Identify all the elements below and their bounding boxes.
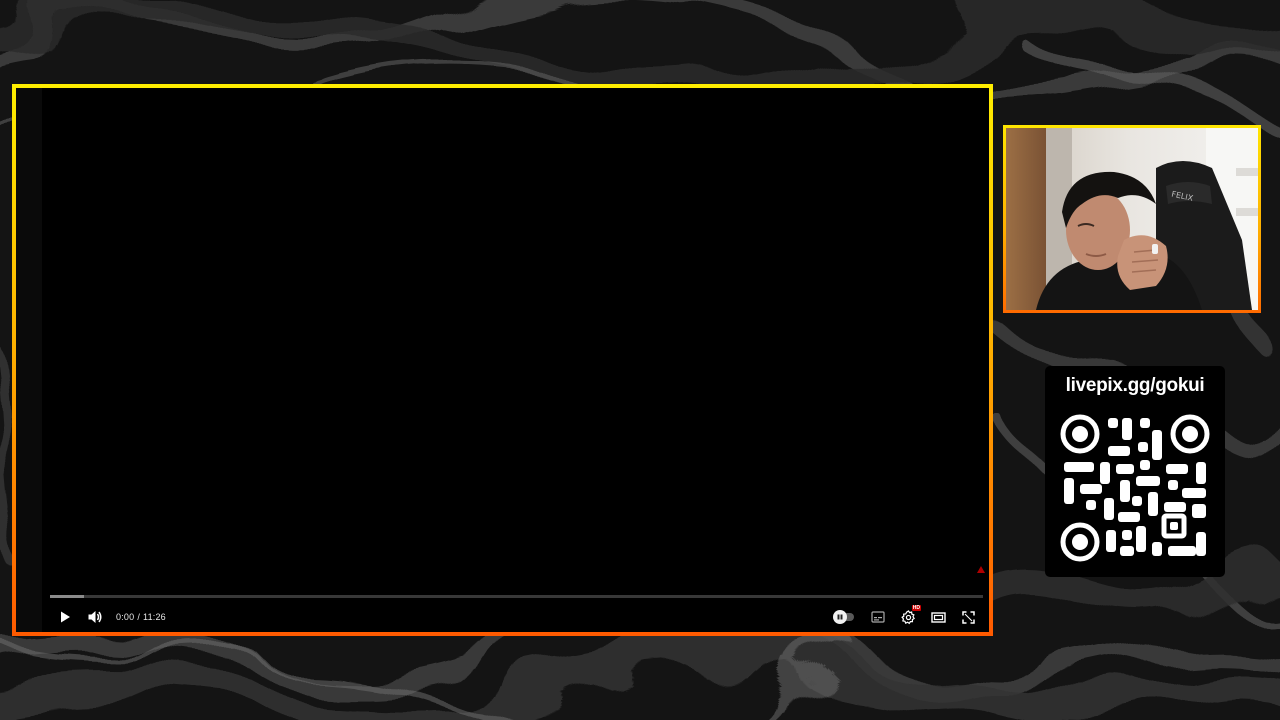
play-button[interactable] (50, 602, 80, 632)
quality-badge: HD (911, 605, 921, 611)
subtitles-button[interactable] (863, 602, 893, 632)
duration: 11:26 (143, 612, 166, 622)
gear-icon (900, 609, 915, 624)
webcam-frame: FELIX (1003, 125, 1261, 313)
donation-url: livepix.gg/gokui (1065, 375, 1205, 396)
fullscreen-icon (961, 610, 975, 624)
donation-qr-card: livepix.gg/gokui (1045, 366, 1225, 577)
fullscreen-button[interactable] (953, 602, 983, 632)
subtitles-icon (871, 611, 885, 623)
pause-icon (837, 614, 843, 620)
settings-button[interactable]: HD (893, 602, 923, 632)
video-player[interactable]: 0:00 / 11:26 HD (16, 88, 989, 632)
video-player-frame: 0:00 / 11:26 HD (12, 84, 993, 636)
player-side-edge (16, 88, 42, 632)
autoplay-knob (833, 610, 847, 624)
volume-button[interactable] (80, 602, 110, 632)
time-display: 0:00 / 11:26 (116, 612, 166, 622)
qr-code (1060, 414, 1210, 562)
time-separator: / (137, 612, 141, 622)
current-time: 0:00 (116, 612, 135, 622)
progress-buffered (50, 595, 84, 598)
autoplay-toggle[interactable] (833, 610, 857, 624)
streamer-webcam-image: FELIX (1006, 128, 1258, 310)
progress-bar[interactable] (50, 595, 983, 598)
volume-icon (88, 611, 102, 623)
webcam-feed: FELIX (1006, 128, 1258, 310)
theater-mode-icon (930, 611, 946, 623)
player-controls: 0:00 / 11:26 HD (50, 602, 983, 632)
play-icon (61, 611, 70, 623)
red-watermark-icon (977, 566, 985, 573)
theater-mode-button[interactable] (923, 602, 953, 632)
